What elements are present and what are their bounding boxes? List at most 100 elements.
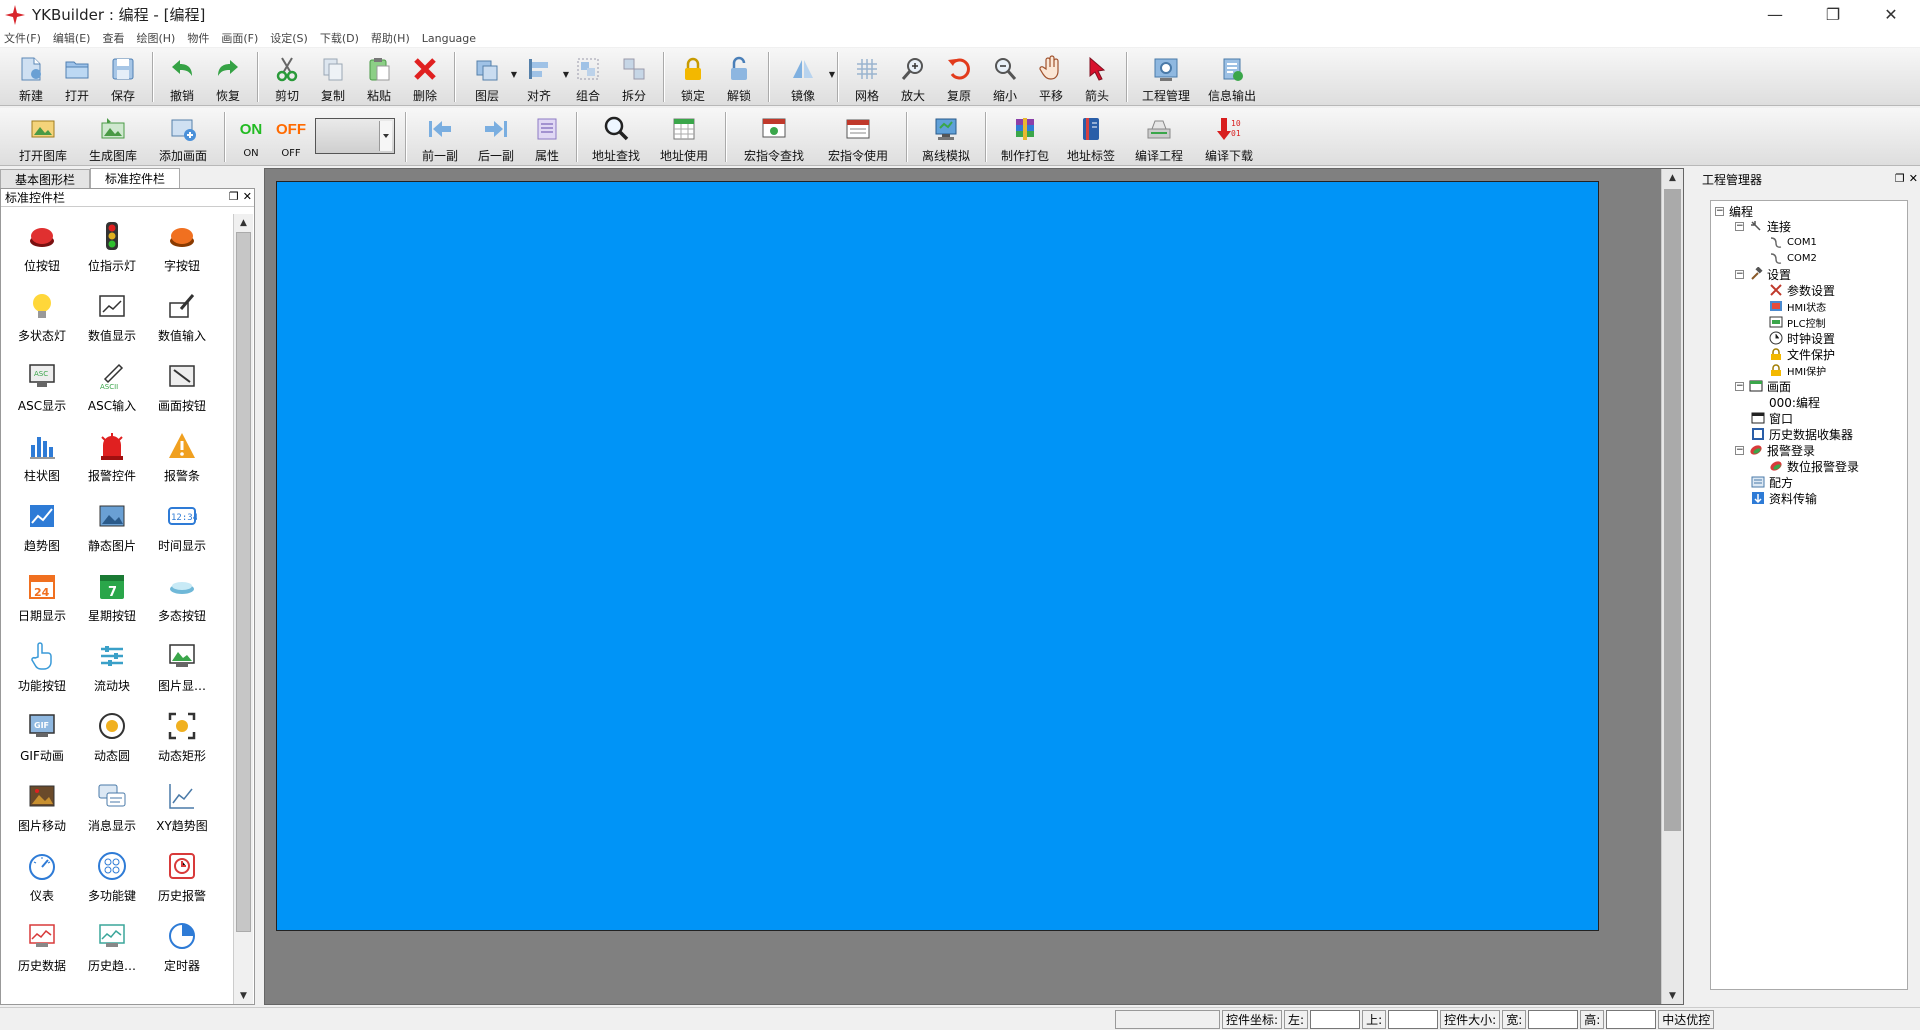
- control-item[interactable]: 报警条: [147, 423, 217, 493]
- top-field[interactable]: [1388, 1009, 1439, 1029]
- tree-node-connect[interactable]: − 连接: [1735, 218, 1791, 234]
- scroll-thumb[interactable]: [1664, 189, 1681, 831]
- unlock-button[interactable]: 解锁: [716, 48, 762, 104]
- tree-node-screen-000[interactable]: 000:编程: [1769, 394, 1820, 410]
- tree-node-history-collector[interactable]: 历史数据收集器: [1751, 426, 1853, 442]
- menu-help[interactable]: 帮助(H): [371, 30, 410, 46]
- control-item[interactable]: 7 星期按钮: [77, 563, 147, 633]
- tree-node-root[interactable]: − 编程: [1715, 203, 1753, 219]
- control-item[interactable]: 12:34 时间显示: [147, 493, 217, 563]
- control-item[interactable]: 数值显示: [77, 283, 147, 353]
- width-field[interactable]: [1528, 1009, 1579, 1029]
- collapse-icon[interactable]: −: [1735, 445, 1744, 455]
- control-item[interactable]: 柱状图: [7, 423, 77, 493]
- lock-button[interactable]: 锁定: [670, 48, 716, 104]
- controls-scrollbar[interactable]: ▲ ▼: [233, 214, 253, 1004]
- tree-node-bit-alarm[interactable]: 数位报警登录: [1769, 458, 1859, 474]
- menu-draw[interactable]: 绘图(H): [136, 30, 175, 46]
- tab-basic-shapes[interactable]: 基本图形栏: [0, 169, 91, 188]
- tab-standard-controls[interactable]: 标准控件栏: [90, 168, 181, 188]
- control-item[interactable]: 趋势图: [7, 493, 77, 563]
- layer-button[interactable]: 图层 ▼: [461, 48, 517, 104]
- paste-button[interactable]: 粘贴: [356, 48, 402, 104]
- tree-node-hmi-protect[interactable]: HMI保护: [1769, 362, 1826, 378]
- control-item[interactable]: 报警控件: [77, 423, 147, 493]
- project-manager-button[interactable]: 工程管理: [1133, 48, 1199, 104]
- control-item[interactable]: 静态图片: [77, 493, 147, 563]
- address-use-button[interactable]: 地址使用: [649, 108, 719, 164]
- menu-view[interactable]: 查看: [102, 30, 124, 46]
- design-workarea[interactable]: ▲ ▼: [264, 168, 1684, 1005]
- menu-object[interactable]: 物件: [187, 30, 209, 46]
- scroll-up-icon[interactable]: ▲: [1662, 169, 1683, 186]
- menu-file[interactable]: 文件(F): [4, 30, 41, 46]
- tree-node-clock[interactable]: 时钟设置: [1769, 330, 1835, 346]
- grid-button[interactable]: 网格: [844, 48, 890, 104]
- menu-screen[interactable]: 画面(F): [221, 30, 258, 46]
- panel-close-icon[interactable]: ✕: [1909, 172, 1918, 185]
- control-item[interactable]: ASCII ASC输入: [77, 353, 147, 423]
- control-item[interactable]: XY趋势图: [147, 773, 217, 843]
- compile-project-button[interactable]: 编译工程: [1124, 108, 1194, 164]
- tree-node-window[interactable]: 窗口: [1751, 410, 1793, 426]
- close-button[interactable]: ✕: [1862, 0, 1920, 29]
- offline-sim-button[interactable]: 离线模拟: [913, 108, 979, 164]
- control-item[interactable]: 字按钮: [147, 213, 217, 283]
- scroll-thumb[interactable]: [236, 232, 251, 932]
- control-item[interactable]: 位指示灯: [77, 213, 147, 283]
- height-field[interactable]: [1606, 1009, 1657, 1029]
- arrow-button[interactable]: 箭头: [1074, 48, 1120, 104]
- info-output-button[interactable]: 信息输出: [1199, 48, 1265, 104]
- panel-close-icon[interactable]: ✕: [243, 190, 252, 203]
- state-select-combo[interactable]: [315, 118, 395, 154]
- compile-download-button[interactable]: 10 01 编译下载: [1194, 108, 1264, 164]
- ungroup-button[interactable]: 拆分: [611, 48, 657, 104]
- tree-node-com1[interactable]: COM1: [1769, 234, 1817, 250]
- prev-screen-button[interactable]: 前一副: [412, 108, 468, 164]
- control-item[interactable]: 图片显…: [147, 633, 217, 703]
- control-item[interactable]: GIF GIF动画: [7, 703, 77, 773]
- mirror-button[interactable]: 镜像 ▼: [775, 48, 835, 104]
- left-field[interactable]: [1310, 1009, 1361, 1029]
- macro-use-button[interactable]: 宏指令使用: [816, 108, 900, 164]
- copy-button[interactable]: 复制: [310, 48, 356, 104]
- workarea-scrollbar[interactable]: ▲ ▼: [1661, 169, 1683, 1004]
- minimize-button[interactable]: —: [1746, 0, 1804, 29]
- properties-button[interactable]: 属性: [524, 108, 570, 164]
- restore-button[interactable]: 复原: [936, 48, 982, 104]
- on-button[interactable]: ON ON: [231, 108, 271, 164]
- add-screen-button[interactable]: 添加画面: [148, 108, 218, 164]
- control-item[interactable]: 位按钮: [7, 213, 77, 283]
- new-button[interactable]: 新建: [8, 48, 54, 104]
- control-item[interactable]: 定时器: [147, 913, 217, 983]
- delete-button[interactable]: 删除: [402, 48, 448, 104]
- menu-edit[interactable]: 编辑(E): [53, 30, 91, 46]
- tree-node-alarm-log[interactable]: − 报警登录: [1735, 442, 1815, 458]
- address-find-button[interactable]: 地址查找: [583, 108, 649, 164]
- control-item[interactable]: 历史报警: [147, 843, 217, 913]
- control-item[interactable]: 消息显示: [77, 773, 147, 843]
- tree-node-hmi-state[interactable]: HMI状态: [1769, 298, 1826, 314]
- open-gallery-button[interactable]: 打开图库: [8, 108, 78, 164]
- tree-node-screens[interactable]: − 画面: [1735, 378, 1791, 394]
- next-screen-button[interactable]: 后一副: [468, 108, 524, 164]
- collapse-icon[interactable]: −: [1715, 206, 1724, 216]
- menu-settings[interactable]: 设定(S): [270, 30, 308, 46]
- control-item[interactable]: ASC ASC显示: [7, 353, 77, 423]
- tree-node-plc-ctrl[interactable]: PLC控制: [1769, 314, 1826, 330]
- redo-button[interactable]: 恢复: [205, 48, 251, 104]
- screen-canvas[interactable]: [276, 181, 1599, 931]
- collapse-icon[interactable]: −: [1735, 269, 1744, 279]
- control-item[interactable]: 动态圆: [77, 703, 147, 773]
- control-item[interactable]: 24 日期显示: [7, 563, 77, 633]
- pan-button[interactable]: 平移: [1028, 48, 1074, 104]
- open-button[interactable]: 打开: [54, 48, 100, 104]
- menu-language[interactable]: Language: [422, 32, 476, 45]
- tree-node-com2[interactable]: COM2: [1769, 250, 1817, 266]
- scroll-down-icon[interactable]: ▼: [234, 987, 253, 1004]
- control-item[interactable]: 多功能键: [77, 843, 147, 913]
- mirror-dropdown-arrow-icon[interactable]: ▼: [829, 70, 835, 79]
- menu-download[interactable]: 下载(D): [320, 30, 359, 46]
- macro-find-button[interactable]: 宏指令查找: [732, 108, 816, 164]
- panel-float-icon[interactable]: ❐: [1895, 172, 1905, 185]
